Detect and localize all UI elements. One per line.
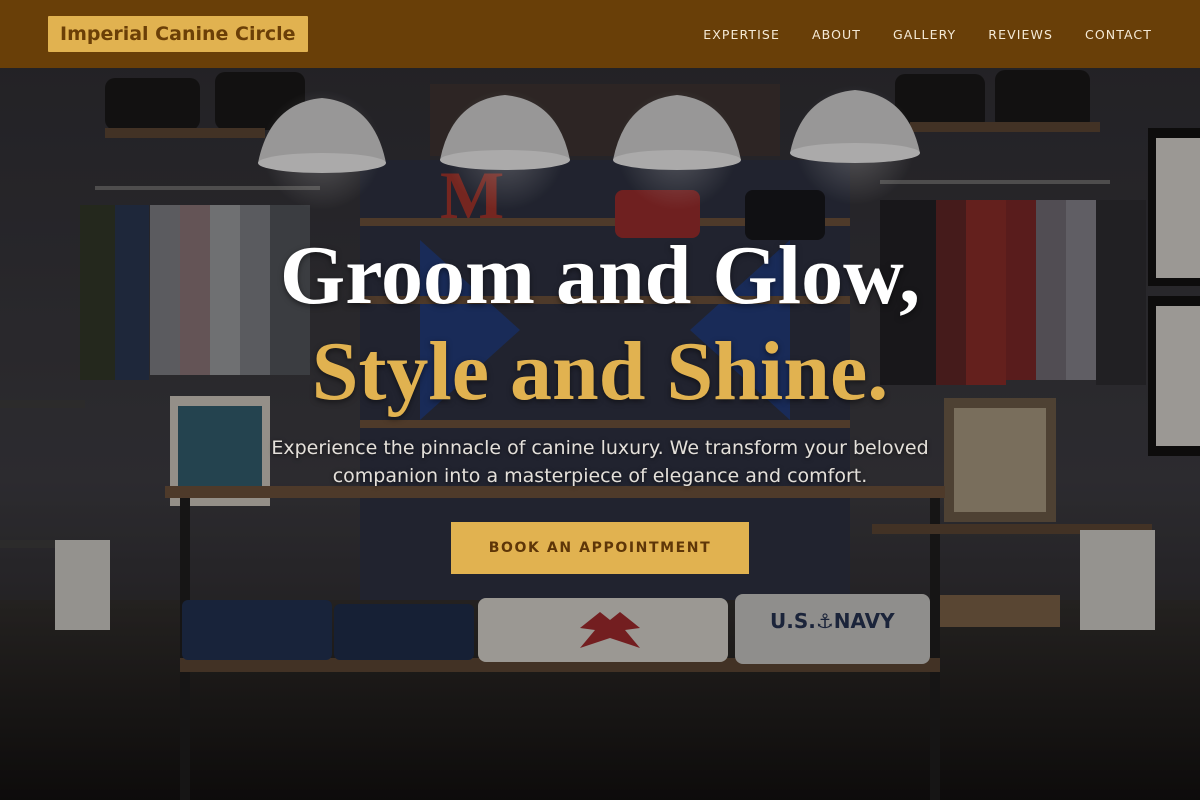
- main-nav: EXPERTISE ABOUT GALLERY REVIEWS CONTACT: [703, 27, 1152, 42]
- nav-link-contact[interactable]: CONTACT: [1085, 27, 1152, 42]
- brand-name: Imperial Canine Circle: [60, 23, 296, 45]
- nav-link-reviews[interactable]: REVIEWS: [988, 27, 1053, 42]
- top-navbar: Imperial Canine Circle EXPERTISE ABOUT G…: [0, 0, 1200, 68]
- hero-subtitle: Experience the pinnacle of canine luxury…: [271, 437, 929, 487]
- nav-link-expertise[interactable]: EXPERTISE: [703, 27, 780, 42]
- hero-section: M: [0, 68, 1200, 800]
- hero-headline-line1: Groom and Glow,: [279, 229, 921, 322]
- book-appointment-button[interactable]: BOOK AN APPOINTMENT: [451, 522, 749, 574]
- hero-headline-line2: Style and Shine.: [311, 325, 889, 418]
- brand-logo[interactable]: Imperial Canine Circle: [48, 16, 308, 52]
- nav-link-about[interactable]: ABOUT: [812, 27, 861, 42]
- nav-link-gallery[interactable]: GALLERY: [893, 27, 956, 42]
- hero-content: Groom and Glow, Style and Shine. Experie…: [0, 68, 1200, 800]
